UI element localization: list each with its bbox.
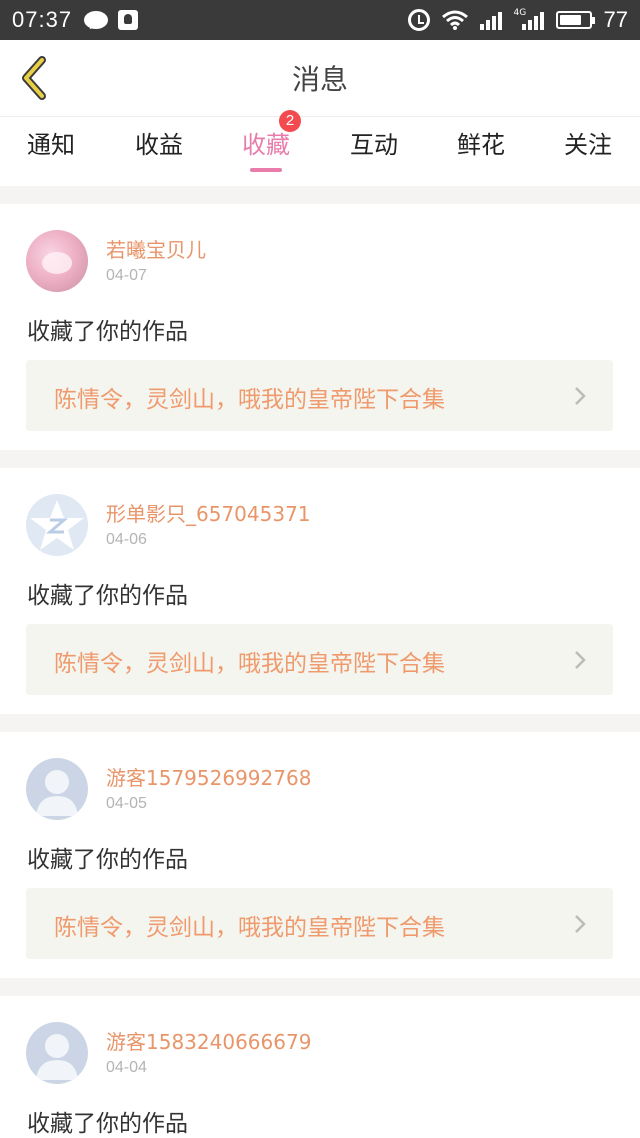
battery-icon — [555, 11, 595, 29]
signal-bars-icon — [479, 10, 502, 30]
username[interactable]: 形单影只_657045371 — [106, 498, 311, 527]
message-item: 若曦宝贝儿 04-07 收藏了你的作品 陈情令，灵剑山，哦我的皇帝陛下合集 — [0, 204, 640, 450]
message-date: 04-05 — [106, 795, 147, 812]
action-text: 收藏了你的作品 — [27, 319, 188, 345]
tab-interactions[interactable]: 互动 — [329, 117, 419, 187]
status-bar: 07:37 4G 77 — [0, 0, 640, 40]
qq-icon — [118, 10, 139, 30]
action-text: 收藏了你的作品 — [27, 847, 188, 873]
chat-bubble-icon — [84, 11, 109, 29]
username[interactable]: 若曦宝贝儿 — [106, 234, 206, 263]
work-link[interactable]: 陈情令，灵剑山，哦我的皇帝陛下合集 — [26, 624, 613, 695]
work-link[interactable]: 陈情令，灵剑山，哦我的皇帝陛下合集 — [26, 360, 613, 431]
work-title: 陈情令，灵剑山，哦我的皇帝陛下合集 — [54, 651, 445, 677]
status-right: 4G 77 — [407, 7, 628, 33]
message-item: 形单影只_657045371 04-06 收藏了你的作品 陈情令，灵剑山，哦我的… — [0, 468, 640, 714]
page-title: 消息 — [291, 63, 348, 96]
person-silhouette-icon — [36, 770, 78, 816]
active-tab-indicator — [250, 168, 282, 172]
tab-earnings[interactable]: 收益 — [114, 117, 204, 187]
tab-label: 互动 — [350, 131, 398, 159]
message-date: 04-04 — [106, 1059, 147, 1076]
work-title: 陈情令，灵剑山，哦我的皇帝陛下合集 — [54, 915, 445, 941]
star-z-icon — [30, 500, 84, 550]
message-item: 游客1583240666679 04-04 收藏了你的作品 — [0, 996, 640, 1138]
chevron-right-icon — [575, 915, 586, 933]
chevron-right-icon — [575, 651, 586, 669]
battery-level: 77 — [603, 7, 628, 32]
tab-label: 鲜花 — [457, 131, 505, 159]
default-user-avatar[interactable] — [26, 758, 88, 820]
tab-label: 通知 — [27, 131, 75, 159]
back-arrow-icon[interactable] — [14, 54, 58, 102]
message-date: 04-06 — [106, 531, 147, 548]
tab-notifications[interactable]: 通知 — [6, 117, 96, 187]
unread-badge: 2 — [279, 110, 301, 132]
tab-flowers[interactable]: 鲜花 — [436, 117, 526, 187]
username[interactable]: 游客1579526992768 — [106, 762, 311, 791]
username[interactable]: 游客1583240666679 — [106, 1026, 311, 1055]
nav-header: 消息 — [0, 40, 640, 116]
notification-icons — [84, 10, 139, 30]
tab-bar: 通知 收益 收藏 2 互动 鲜花 关注 — [0, 110, 640, 187]
tab-label: 收藏 — [242, 131, 290, 159]
alarm-icon — [407, 9, 430, 31]
action-text: 收藏了你的作品 — [27, 583, 188, 609]
tab-label: 收益 — [135, 131, 183, 159]
tab-favorites[interactable]: 收藏 2 — [221, 110, 311, 187]
person-silhouette-icon — [36, 1034, 78, 1080]
message-item: 游客1579526992768 04-05 收藏了你的作品 陈情令，灵剑山，哦我… — [0, 732, 640, 978]
signal-4g-icon: 4G — [514, 8, 544, 30]
action-text: 收藏了你的作品 — [27, 1111, 188, 1137]
work-title: 陈情令，灵剑山，哦我的皇帝陛下合集 — [54, 387, 445, 413]
default-user-avatar[interactable] — [26, 1022, 88, 1084]
tab-following[interactable]: 关注 — [543, 117, 633, 187]
status-time: 07:37 — [12, 7, 73, 32]
chevron-right-icon — [575, 387, 586, 405]
tab-label: 关注 — [564, 131, 612, 159]
pink-photo-avatar[interactable] — [26, 230, 88, 292]
wifi-icon — [441, 10, 468, 30]
message-date: 04-07 — [106, 267, 147, 284]
work-link[interactable]: 陈情令，灵剑山，哦我的皇帝陛下合集 — [26, 888, 613, 959]
qq-default-avatar[interactable] — [26, 494, 88, 556]
